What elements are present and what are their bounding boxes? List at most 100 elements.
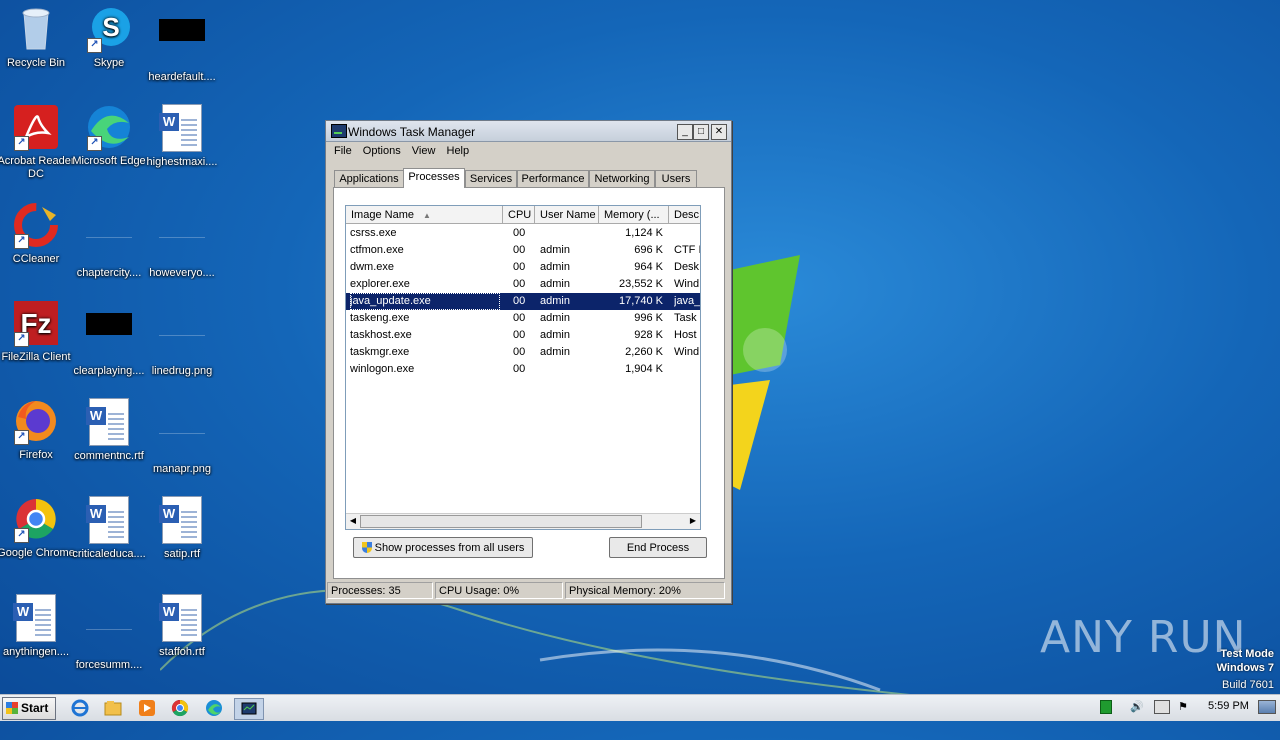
column-user-name[interactable]: User Name [535, 206, 599, 223]
task-manager-taskbar-button[interactable] [234, 698, 264, 720]
maximize-button[interactable]: □ [693, 124, 709, 140]
desktop-icon-label: Skype [93, 57, 125, 69]
process-cpu: 00 [513, 278, 526, 290]
ccleaner-icon: ↗ [12, 201, 60, 249]
column-image-name[interactable]: Image Name ▲ [346, 206, 503, 223]
media-player-icon[interactable] [137, 698, 159, 718]
scrollbar-thumb[interactable] [360, 515, 642, 528]
scroll-right-icon[interactable]: ▶ [687, 515, 699, 527]
explorer-folder-icon[interactable] [103, 698, 125, 718]
show-all-users-button[interactable]: Show processes from all users [353, 537, 533, 558]
show-desktop-button[interactable] [1258, 700, 1276, 714]
desktop-icon-anythingen[interactable]: Wanythingen.... [0, 593, 76, 659]
process-user: admin [540, 295, 570, 307]
minimize-button[interactable]: _ [677, 124, 693, 140]
process-row[interactable]: taskmgr.exe 00 admin 2,260 K Wind [346, 344, 700, 361]
desktop-icon-criticaleduca[interactable]: Wcriticaleduca.... [69, 495, 149, 561]
chrome-icon[interactable] [170, 698, 192, 718]
menu-file[interactable]: File [330, 142, 356, 157]
firefox-icon: ↗ [12, 397, 60, 445]
process-memory: 2,260 K [625, 346, 663, 358]
title-bar[interactable]: Windows Task Manager _ □ ✕ [326, 121, 731, 142]
menu-help[interactable]: Help [443, 142, 474, 157]
desktop-icon-google-chrome[interactable]: ↗ Google Chrome [0, 495, 76, 560]
process-row[interactable]: explorer.exe 00 admin 23,552 K Wind [346, 276, 700, 293]
word-icon: W [85, 398, 133, 446]
desktop-icon-forcesumm[interactable]: forcesumm.... [69, 593, 149, 672]
desktop-icon-filezilla-client[interactable]: Fz ↗ FileZilla Client [0, 299, 76, 364]
desktop-icon-manapr-png[interactable]: manapr.png [142, 397, 222, 476]
menu-view[interactable]: View [408, 142, 440, 157]
blank-icon [158, 411, 206, 459]
column-memory[interactable]: Memory (... [599, 206, 669, 223]
process-row[interactable]: taskhost.exe 00 admin 928 K Host [346, 327, 700, 344]
desktop-icon-chaptercity[interactable]: chaptercity.... [69, 201, 149, 280]
process-row[interactable]: taskeng.exe 00 admin 996 K Task [346, 310, 700, 327]
start-button[interactable]: Start [2, 697, 56, 720]
shortcut-arrow-icon: ↗ [14, 136, 29, 151]
tab-users[interactable]: Users [655, 170, 697, 187]
desktop-icon-label: linedrug.png [151, 365, 213, 377]
horizontal-scrollbar[interactable]: ◀ ▶ [346, 513, 700, 529]
word-icon: W [158, 496, 206, 544]
desktop-icon-satip-rtf[interactable]: Wsatip.rtf [142, 495, 222, 561]
tab-performance[interactable]: Performance [517, 170, 589, 187]
desktop-icon-microsoft-edge[interactable]: ↗ Microsoft Edge [69, 103, 149, 168]
black-icon [158, 19, 206, 67]
action-center-flag-icon[interactable]: ⚑ [1178, 700, 1188, 713]
status-memory: Physical Memory: 20% [565, 582, 725, 599]
anyrun-watermark: ANY RUN [1040, 612, 1247, 663]
shortcut-arrow-icon: ↗ [14, 332, 29, 347]
shield-icon [361, 542, 372, 553]
process-row[interactable]: dwm.exe 00 admin 964 K Desk [346, 259, 700, 276]
tab-applications[interactable]: Applications [334, 170, 404, 187]
process-user: admin [540, 312, 570, 324]
desktop-icon-label: criticaleduca.... [72, 548, 146, 560]
desktop-icon-firefox[interactable]: ↗ Firefox [0, 397, 76, 462]
process-row[interactable]: ctfmon.exe 00 admin 696 K CTF I [346, 242, 700, 259]
process-description: Wind [674, 346, 700, 358]
desktop-icon-label: Firefox [19, 449, 53, 461]
network-status-icon[interactable] [1100, 700, 1112, 714]
tab-networking[interactable]: Networking [589, 170, 655, 187]
desktop-icon-acrobat-reader-dc[interactable]: ↗ Acrobat Reader DC [0, 103, 76, 181]
desktop-icon-clearplaying[interactable]: clearplaying.... [69, 299, 149, 378]
display-icon[interactable] [1154, 700, 1170, 714]
process-row[interactable]: java_update.exe 00 admin 17,740 K java_ [346, 293, 700, 310]
process-list[interactable]: Image Name ▲ CPU User Name Memory (... D… [345, 205, 701, 530]
blank-icon [85, 215, 133, 263]
menu-options[interactable]: Options [359, 142, 405, 157]
process-cpu: 00 [513, 295, 526, 307]
column-description[interactable]: Desc [669, 206, 700, 223]
end-process-button[interactable]: End Process [609, 537, 707, 558]
volume-icon[interactable]: 🔊 [1130, 700, 1144, 713]
process-row[interactable]: winlogon.exe 00 1,904 K [346, 361, 700, 378]
test-mode-label: Test Mode [1220, 648, 1274, 660]
wallpaper-logo-fragment [730, 255, 800, 490]
close-button[interactable]: ✕ [711, 124, 727, 140]
filezilla-icon: Fz ↗ [12, 299, 60, 347]
process-name: csrss.exe [350, 227, 397, 239]
desktop-icon-ccleaner[interactable]: ↗ CCleaner [0, 201, 76, 266]
desktop-icon-skype[interactable]: S ↗ Skype [69, 5, 149, 70]
internet-explorer-icon[interactable] [70, 698, 92, 718]
edge-icon[interactable] [204, 698, 226, 718]
tab-processes[interactable]: Processes [403, 168, 465, 188]
word-icon: W [158, 104, 206, 152]
scroll-left-icon[interactable]: ◀ [347, 515, 359, 527]
clock[interactable]: 5:59 PM [1208, 700, 1249, 712]
column-cpu[interactable]: CPU [503, 206, 535, 223]
desktop-icon-commentnc-rtf[interactable]: Wcommentnc.rtf [69, 397, 149, 463]
process-cpu: 00 [513, 363, 526, 375]
desktop-icon-highestmaxi[interactable]: Whighestmaxi.... [142, 103, 222, 169]
tab-services[interactable]: Services [465, 170, 517, 187]
process-row[interactable]: csrss.exe 00 1,124 K [346, 225, 700, 242]
process-cpu: 00 [513, 312, 526, 324]
desktop-icon-howeveryo[interactable]: howeveryo.... [142, 201, 222, 280]
desktop-icon-recycle-bin[interactable]: Recycle Bin [0, 5, 76, 70]
process-name: explorer.exe [350, 278, 410, 290]
process-user: admin [540, 346, 570, 358]
desktop-icon-heardefault[interactable]: heardefault.... [142, 5, 222, 84]
desktop-icon-staffoh-rtf[interactable]: Wstaffoh.rtf [142, 593, 222, 659]
desktop-icon-linedrug-png[interactable]: linedrug.png [142, 299, 222, 378]
